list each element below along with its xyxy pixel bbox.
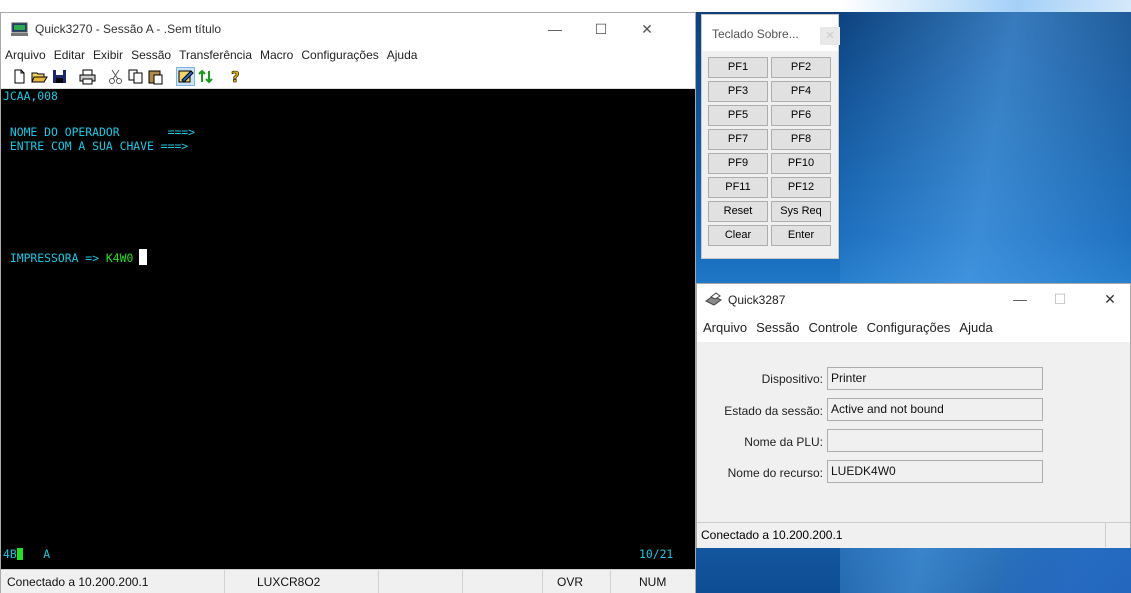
printer-title-bar[interactable]: Quick3287 — ☐ ✕ xyxy=(697,284,1130,314)
key-pf9[interactable]: PF9 xyxy=(708,153,768,174)
maximize-button[interactable]: ☐ xyxy=(578,13,624,46)
key-pf4[interactable]: PF4 xyxy=(771,81,831,102)
title-bar[interactable]: Quick3270 - Sessão A - .Sem título — ☐ ✕ xyxy=(1,13,695,46)
oia-status: 4B A xyxy=(3,547,50,561)
key-pf5[interactable]: PF5 xyxy=(708,105,768,126)
connect-icon[interactable] xyxy=(176,67,195,86)
status-empty-1 xyxy=(379,570,463,593)
status-bar: Conectado a 10.200.200.1 LUXCR8O2 OVR NU… xyxy=(1,569,695,593)
printer-close-button[interactable]: ✕ xyxy=(1087,284,1131,314)
printer-window-title: Quick3287 xyxy=(728,293,786,307)
svg-text:?: ? xyxy=(231,68,240,85)
printer-value[interactable]: K4W0 xyxy=(106,251,133,265)
device-label: Dispositivo: xyxy=(761,372,823,386)
window-title: Quick3270 - Sessão A - .Sem título xyxy=(35,22,222,36)
terminal-line-printer: IMPRESSORA => K4W0 xyxy=(3,249,148,265)
plu-name-label: Nome da PLU: xyxy=(744,435,823,449)
help-icon[interactable]: ? xyxy=(227,68,244,85)
close-button[interactable]: ✕ xyxy=(624,13,670,46)
key-pf11[interactable]: PF11 xyxy=(708,177,768,198)
status-num: NUM xyxy=(639,575,667,589)
keypad-close-button[interactable]: ✕ xyxy=(820,27,840,45)
oia-left: 4B xyxy=(3,547,17,561)
printer-maximize-button[interactable]: ☐ xyxy=(1037,284,1083,314)
terminal-app-icon xyxy=(11,22,28,36)
keypad-title-bar[interactable]: Teclado Sobre... ✕ xyxy=(702,15,840,51)
key-pf3[interactable]: PF3 xyxy=(708,81,768,102)
terminal-line-key: ENTRE COM A SUA CHAVE ===> xyxy=(3,139,189,153)
status-connection: Conectado a 10.200.200.1 xyxy=(1,570,225,593)
menu-configuracoes[interactable]: Configurações xyxy=(297,46,382,62)
copy-icon[interactable] xyxy=(127,68,144,85)
oia-area: 4B A 10/21 xyxy=(1,531,695,569)
key-pf12[interactable]: PF12 xyxy=(771,177,831,198)
session-state-label: Estado da sessão: xyxy=(724,404,823,418)
key-pf10[interactable]: PF10 xyxy=(771,153,831,174)
menu-ajuda[interactable]: Ajuda xyxy=(383,46,422,62)
menu-arquivo[interactable]: Arquivo xyxy=(1,46,50,62)
printer-status-divider xyxy=(1105,523,1106,547)
transfer-icon[interactable] xyxy=(197,68,214,85)
resource-name-label: Nome do recurso: xyxy=(727,466,823,480)
menu-bar: Arquivo Editar Exibir Sessão Transferência Ma… xyxy=(1,46,695,65)
status-empty-2 xyxy=(463,570,543,593)
terminal-screen[interactable]: JCAA,008 NOME DO OPERADOR ===> ENTRE COM… xyxy=(1,89,695,531)
keypad-window: Teclado Sobre... ✕ PF1 PF2 PF3 PF4 PF5 P… xyxy=(701,14,840,259)
key-pf6[interactable]: PF6 xyxy=(771,105,831,126)
printer-status-bar: Conectado a 10.200.200.1 xyxy=(697,522,1130,548)
key-reset[interactable]: Reset xyxy=(708,201,768,222)
quick3270-window: Quick3270 - Sessão A - .Sem título — ☐ ✕… xyxy=(0,12,696,593)
device-field: Printer xyxy=(827,367,1043,390)
key-pf2[interactable]: PF2 xyxy=(771,57,831,78)
printer-status-connection: Conectado a 10.200.200.1 xyxy=(701,528,843,542)
printer-menu-bar: Arquivo Sessão Controle Configurações Ajuda xyxy=(697,314,1130,342)
cut-icon[interactable] xyxy=(107,68,124,85)
text-cursor xyxy=(139,249,148,265)
key-sys-req[interactable]: Sys Req xyxy=(771,201,831,222)
printer-menu-ajuda[interactable]: Ajuda xyxy=(953,314,995,335)
oia-mode: A xyxy=(43,547,51,561)
paste-icon[interactable] xyxy=(147,68,164,85)
menu-sessao[interactable]: Sessão xyxy=(127,46,175,62)
open-folder-icon[interactable] xyxy=(31,68,48,85)
keypad-title: Teclado Sobre... xyxy=(712,27,799,41)
menu-editar[interactable]: Editar xyxy=(50,46,89,62)
new-document-icon[interactable] xyxy=(11,68,28,85)
printer-label: IMPRESSORA => xyxy=(3,251,106,265)
terminal-line-operator: NOME DO OPERADOR ===> xyxy=(3,125,196,139)
key-pf1[interactable]: PF1 xyxy=(708,57,768,78)
minimize-button[interactable]: — xyxy=(532,13,578,46)
status-ovr: OVR xyxy=(543,570,611,593)
printer-menu-arquivo[interactable]: Arquivo xyxy=(697,314,750,335)
quick3287-window: Quick3287 — ☐ ✕ Arquivo Sessão Controle Con… xyxy=(696,283,1131,548)
key-pf7[interactable]: PF7 xyxy=(708,129,768,150)
menu-macro[interactable]: Macro xyxy=(256,46,297,62)
print-icon[interactable] xyxy=(79,68,96,85)
printer-menu-configuracoes[interactable]: Configurações xyxy=(861,314,954,335)
toolbar: ? xyxy=(1,65,695,89)
resource-name-field: LUEDK4W0 xyxy=(827,460,1043,483)
save-icon[interactable] xyxy=(51,68,68,85)
printer-menu-controle[interactable]: Controle xyxy=(802,314,860,335)
menu-transferencia[interactable]: Transferência xyxy=(175,46,256,62)
printer-app-icon xyxy=(705,292,722,306)
oia-cursor-position: 10/21 xyxy=(639,547,674,561)
session-state-field: Active and not bound xyxy=(827,398,1043,421)
oia-cursor-indicator xyxy=(16,548,23,560)
terminal-line-header: JCAA,008 xyxy=(3,89,58,103)
status-lu-name: LUXCR8O2 xyxy=(225,570,379,593)
key-clear[interactable]: Clear xyxy=(708,225,768,246)
printer-menu-sessao[interactable]: Sessão xyxy=(750,314,802,335)
key-enter[interactable]: Enter xyxy=(771,225,831,246)
menu-exibir[interactable]: Exibir xyxy=(89,46,127,62)
plu-name-field xyxy=(827,429,1043,452)
key-pf8[interactable]: PF8 xyxy=(771,129,831,150)
